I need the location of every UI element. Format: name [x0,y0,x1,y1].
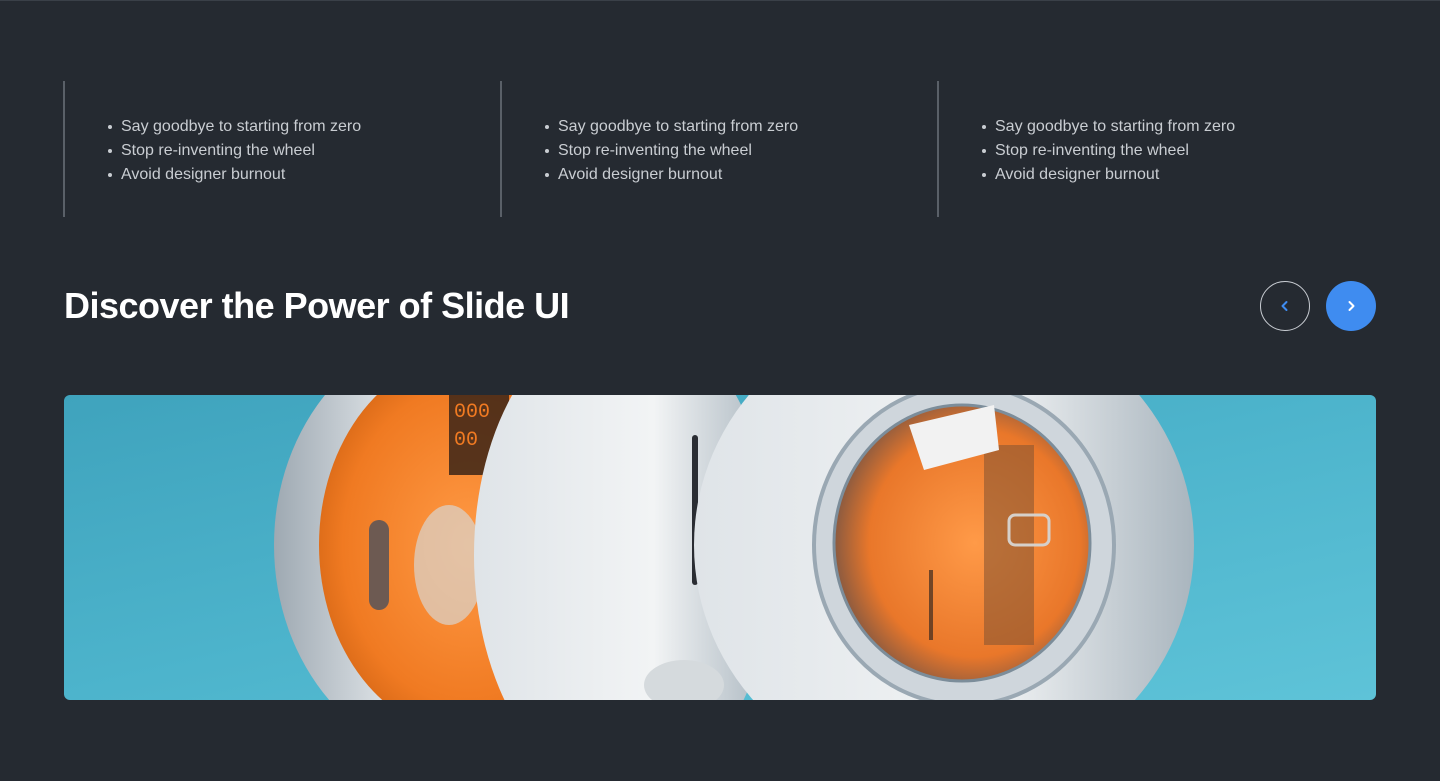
carousel-slide[interactable]: 000 00 [64,395,1376,700]
carousel-prev-button[interactable] [1260,281,1310,331]
svg-text:00: 00 [454,429,478,452]
feature-list-item: Avoid designer burnout [542,163,798,187]
svg-text:000: 000 [454,401,490,424]
carousel-next-button[interactable] [1326,281,1376,331]
feature-list: Say goodbye to starting from zero Stop r… [105,115,361,187]
slide-image: 000 00 [64,395,1376,700]
feature-list-item: Say goodbye to starting from zero [542,115,798,139]
feature-list-item: Say goodbye to starting from zero [105,115,361,139]
feature-list: Say goodbye to starting from zero Stop r… [979,115,1235,187]
feature-column-3: Say goodbye to starting from zero Stop r… [937,81,1337,217]
feature-list-item: Avoid designer burnout [105,163,361,187]
feature-column-2: Say goodbye to starting from zero Stop r… [500,81,900,217]
feature-list-item: Avoid designer burnout [979,163,1235,187]
feature-columns: Say goodbye to starting from zero Stop r… [63,81,1376,217]
feature-list: Say goodbye to starting from zero Stop r… [542,115,798,187]
feature-list-item: Stop re-inventing the wheel [542,139,798,163]
feature-column-1: Say goodbye to starting from zero Stop r… [63,81,463,217]
feature-list-item: Stop re-inventing the wheel [105,139,361,163]
chevron-left-icon [1278,299,1292,313]
section-title: Discover the Power of Slide UI [64,285,570,326]
feature-list-item: Stop re-inventing the wheel [979,139,1235,163]
chevron-right-icon [1344,299,1358,313]
feature-list-item: Say goodbye to starting from zero [979,115,1235,139]
